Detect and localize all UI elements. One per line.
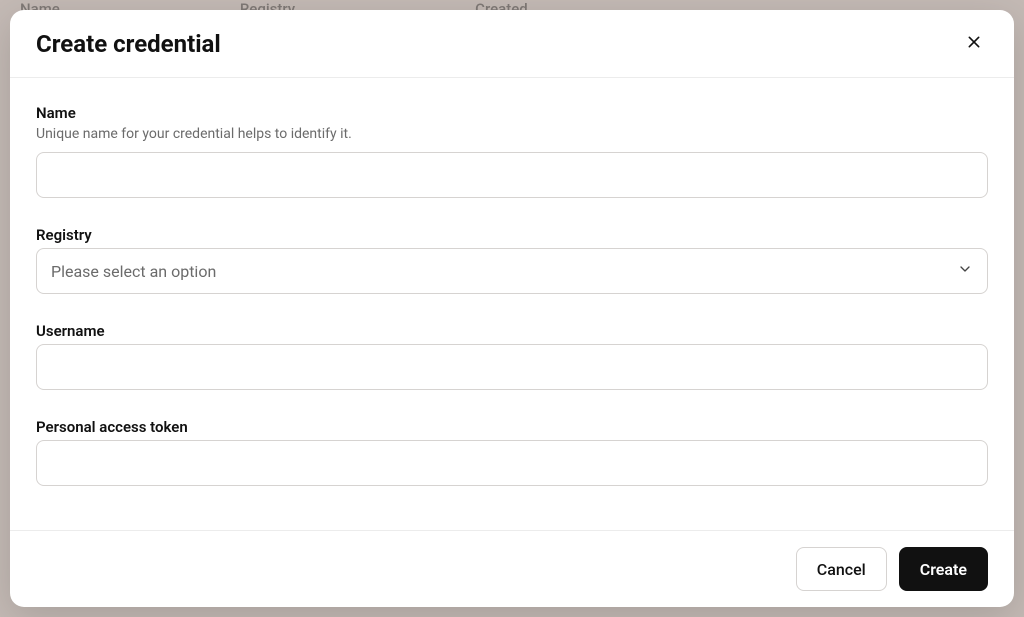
registry-label: Registry <box>36 226 988 244</box>
create-credential-modal: Create credential Name Unique name for y… <box>10 10 1014 607</box>
modal-body: Name Unique name for your credential hel… <box>10 78 1014 530</box>
name-label: Name <box>36 104 988 122</box>
modal-header: Create credential <box>10 10 1014 78</box>
name-hint: Unique name for your credential helps to… <box>36 126 988 142</box>
registry-group: Registry Please select an option <box>36 226 988 294</box>
username-label: Username <box>36 322 988 340</box>
username-group: Username <box>36 322 988 390</box>
create-button[interactable]: Create <box>899 547 988 591</box>
modal-title: Create credential <box>36 30 221 58</box>
modal-footer: Cancel Create <box>10 530 1014 607</box>
close-button[interactable] <box>960 28 988 59</box>
close-icon <box>966 34 982 53</box>
token-input[interactable] <box>36 440 988 486</box>
name-input[interactable] <box>36 152 988 198</box>
registry-placeholder: Please select an option <box>51 262 216 281</box>
token-label: Personal access token <box>36 418 988 436</box>
token-group: Personal access token <box>36 418 988 486</box>
cancel-button[interactable]: Cancel <box>796 547 887 591</box>
username-input[interactable] <box>36 344 988 390</box>
registry-select[interactable]: Please select an option <box>36 248 988 294</box>
chevron-down-icon <box>957 261 973 281</box>
name-group: Name Unique name for your credential hel… <box>36 104 988 198</box>
